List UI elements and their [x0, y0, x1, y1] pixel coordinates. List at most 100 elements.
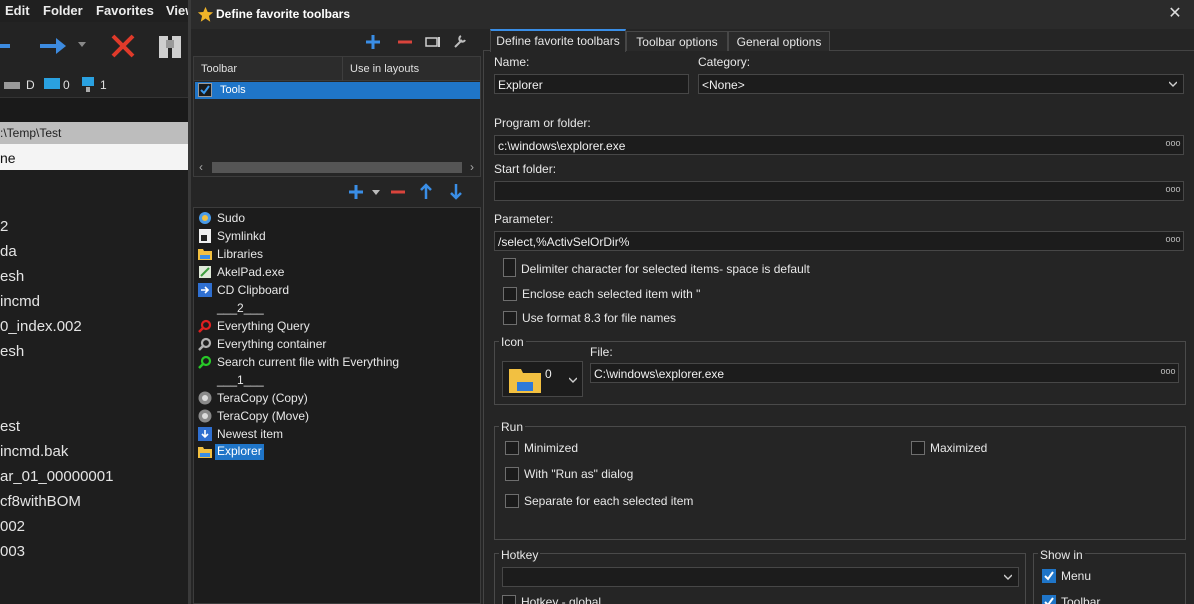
- add-toolbar-icon[interactable]: [365, 34, 381, 50]
- list-item[interactable]: ___1___: [194, 371, 480, 389]
- tab-bar: Define favorite toolbars Toolbar options…: [483, 29, 1194, 52]
- move-down-icon[interactable]: [449, 183, 463, 200]
- move-up-icon[interactable]: [419, 183, 433, 200]
- program-field[interactable]: c:\windows\explorer.exe ooo: [494, 135, 1184, 155]
- toolbar-checkbox[interactable]: [198, 83, 212, 97]
- file-item[interactable]: incmd.bak: [0, 443, 68, 460]
- chevron-down-icon[interactable]: [372, 190, 380, 196]
- chevron-down-icon[interactable]: [1169, 80, 1177, 88]
- name-field[interactable]: Explorer: [494, 74, 689, 94]
- list-item-selected[interactable]: Explorer: [194, 443, 480, 461]
- file-item[interactable]: est: [0, 418, 20, 435]
- list-item-label: Explorer: [215, 444, 264, 460]
- list-item-label: AkelPad.exe: [217, 265, 285, 279]
- file-item[interactable]: da: [0, 243, 17, 260]
- rename-toolbar-icon[interactable]: [425, 35, 441, 49]
- separate-checkbox[interactable]: [505, 494, 519, 508]
- drive-d-icon[interactable]: [4, 80, 20, 90]
- list-item[interactable]: Sudo: [194, 209, 480, 227]
- column-divider[interactable]: [342, 57, 343, 81]
- scroll-right-icon[interactable]: ›: [470, 160, 474, 174]
- drive-d-label[interactable]: D: [26, 78, 35, 92]
- category-select[interactable]: <None>: [698, 74, 1184, 94]
- format83-label: Use format 8.3 for file names: [522, 311, 677, 325]
- path-bar[interactable]: :\Temp\Test: [0, 122, 188, 144]
- menu-folder[interactable]: Folder: [43, 3, 83, 18]
- file-item[interactable]: ar_01_00000001: [0, 468, 113, 485]
- forward-arrow-icon[interactable]: [38, 34, 68, 58]
- list-item[interactable]: Everything Query: [194, 317, 480, 335]
- file-item[interactable]: 2: [0, 218, 8, 235]
- file-item[interactable]: esh: [0, 268, 24, 285]
- menu-favorites[interactable]: Favorites: [96, 3, 154, 18]
- file-item[interactable]: esh: [0, 343, 24, 360]
- scroll-left-icon[interactable]: ‹: [199, 160, 203, 174]
- menu-edit[interactable]: Edit: [5, 3, 30, 18]
- tab-define-favorite-toolbars[interactable]: Define favorite toolbars: [490, 29, 626, 52]
- minimized-checkbox[interactable]: [505, 441, 519, 455]
- column-use-in-layouts[interactable]: Use in layouts: [350, 63, 419, 75]
- file-item[interactable]: 002: [0, 518, 25, 535]
- list-item[interactable]: Symlinkd: [194, 227, 480, 245]
- list-item[interactable]: Libraries: [194, 245, 480, 263]
- list-item[interactable]: CD Clipboard: [194, 281, 480, 299]
- network-icon[interactable]: [80, 77, 96, 93]
- hotkey-group-title: Hotkey: [499, 548, 541, 562]
- icon-index: 0: [545, 367, 552, 381]
- start-folder-field[interactable]: ooo: [494, 181, 1184, 201]
- tab-toolbar-options[interactable]: Toolbar options: [626, 31, 728, 51]
- delete-x-icon[interactable]: [109, 32, 137, 60]
- hotkey-global-checkbox[interactable]: [502, 595, 516, 604]
- binoculars-icon[interactable]: [156, 30, 184, 62]
- tab-general-options[interactable]: General options: [728, 31, 830, 51]
- remove-button-icon[interactable]: [390, 184, 406, 200]
- list-item[interactable]: Search current file with Everything: [194, 353, 480, 371]
- column-header-name[interactable]: ne: [0, 144, 188, 170]
- drive-0-label[interactable]: 0: [63, 78, 70, 92]
- enclose-checkbox[interactable]: [503, 287, 517, 301]
- browse-parameter-button[interactable]: ooo: [1164, 233, 1182, 249]
- hotkey-select[interactable]: [502, 567, 1019, 587]
- list-item[interactable]: Everything container: [194, 335, 480, 353]
- wrench-icon[interactable]: [452, 33, 468, 49]
- column-toolbar[interactable]: Toolbar: [201, 63, 237, 75]
- browse-program-button[interactable]: ooo: [1164, 137, 1182, 153]
- chevron-down-icon[interactable]: [78, 42, 86, 48]
- list-item[interactable]: TeraCopy (Move): [194, 407, 480, 425]
- icon-picker[interactable]: 0: [502, 361, 583, 397]
- list-item-label: Everything container: [217, 337, 327, 351]
- icon-file-field[interactable]: C:\windows\explorer.exe ooo: [590, 363, 1179, 383]
- browse-start-folder-button[interactable]: ooo: [1164, 183, 1182, 199]
- remove-toolbar-icon[interactable]: [397, 34, 413, 50]
- back-arrow-icon[interactable]: [0, 36, 14, 56]
- file-item[interactable]: 0_index.002: [0, 318, 82, 335]
- format83-checkbox[interactable]: [503, 311, 517, 325]
- add-button-icon[interactable]: [348, 184, 364, 200]
- close-icon[interactable]: ✕: [1167, 6, 1183, 22]
- drive-1-label[interactable]: 1: [100, 78, 107, 92]
- list-item[interactable]: Newest item: [194, 425, 480, 443]
- parameter-field[interactable]: /select,%ActivSelOrDir% ooo: [494, 231, 1184, 251]
- list-item[interactable]: AkelPad.exe: [194, 263, 480, 281]
- list-item[interactable]: ___2___: [194, 299, 480, 317]
- runas-checkbox[interactable]: [505, 467, 519, 481]
- file-item[interactable]: incmd: [0, 293, 40, 310]
- table-row[interactable]: Tools: [195, 82, 480, 99]
- menu-checkbox[interactable]: [1042, 569, 1056, 583]
- chevron-down-icon[interactable]: [569, 376, 577, 384]
- horizontal-scrollbar[interactable]: ‹ ›: [194, 159, 480, 176]
- delimiter-input[interactable]: [503, 258, 516, 277]
- toolbar-checkbox[interactable]: [1042, 595, 1056, 604]
- list-item-label: CD Clipboard: [217, 283, 290, 297]
- menu-view[interactable]: View: [166, 3, 188, 18]
- file-item[interactable]: 003: [0, 543, 25, 560]
- browse-icon-file-button[interactable]: ooo: [1159, 365, 1177, 381]
- file-item[interactable]: cf8withBOM: [0, 493, 81, 510]
- maximized-checkbox[interactable]: [911, 441, 925, 455]
- list-item[interactable]: TeraCopy (Copy): [194, 389, 480, 407]
- chevron-down-icon[interactable]: [1004, 573, 1012, 581]
- scrollbar-thumb[interactable]: [212, 162, 462, 173]
- dialog-title: Define favorite toolbars: [216, 7, 351, 21]
- start-folder-label: Start folder:: [494, 162, 557, 176]
- monitor-icon[interactable]: [44, 78, 60, 92]
